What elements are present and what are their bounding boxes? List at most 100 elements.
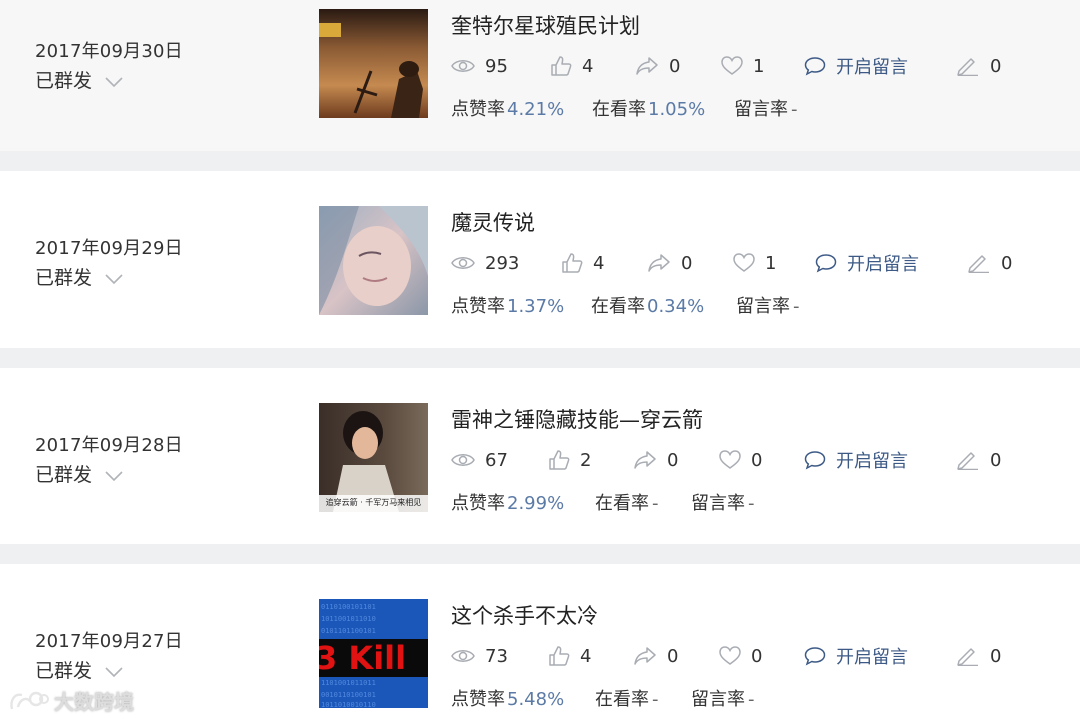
post-date: 2017年09月28日 <box>35 435 183 456</box>
status-label: 已群发 <box>35 660 93 682</box>
shares-stat: 0 <box>633 447 678 473</box>
thumbs-up-icon <box>549 646 570 666</box>
edits-count: 0 <box>990 449 1002 471</box>
shares-stat: 0 <box>647 250 692 276</box>
views-count: 293 <box>485 252 520 274</box>
edits-stat[interactable]: 0 <box>967 250 1012 276</box>
shares-count: 0 <box>667 645 679 667</box>
watch-rate-value: 0.34% <box>647 296 705 317</box>
like-rate: 点赞率 4.21% <box>451 95 564 121</box>
enable-comments-button[interactable]: 开启留言 <box>804 53 908 79</box>
edits-count: 0 <box>1001 252 1013 274</box>
separator <box>0 544 1080 564</box>
comment-rate-value: - <box>748 493 755 514</box>
watermark-text: 大数跨境 <box>54 690 134 714</box>
enable-comments-button[interactable]: 开启留言 <box>815 250 919 276</box>
likes-count: 4 <box>580 645 592 667</box>
views-stat: 293 <box>451 250 519 276</box>
svg-text:1011010010110: 1011010010110 <box>321 701 376 708</box>
views-count: 95 <box>485 55 508 77</box>
comment-icon <box>804 57 826 76</box>
pencil-icon <box>968 255 989 273</box>
share-icon <box>634 451 656 469</box>
post-thumbnail[interactable]: 0110100101101 1011001011010 010110110010… <box>319 599 428 708</box>
edits-count: 0 <box>990 55 1002 77</box>
post-card: 2017年09月27日 已群发 0110100101101 1011001011… <box>0 564 1080 721</box>
eye-icon <box>451 257 475 269</box>
post-date: 2017年09月29日 <box>35 238 183 259</box>
post-status-dropdown[interactable]: 已群发 <box>35 460 124 487</box>
post-thumbnail[interactable] <box>319 206 428 315</box>
edits-stat[interactable]: 0 <box>956 447 1001 473</box>
like-rate-value: 5.48% <box>507 689 565 710</box>
likes-stat: 4 <box>550 53 593 79</box>
like-rate-label: 点赞率 <box>451 296 505 317</box>
watch-rate-value: - <box>652 689 659 710</box>
comment-rate: 留言率 - <box>691 685 755 711</box>
likes-stat: 4 <box>548 643 591 669</box>
like-rate: 点赞率 2.99% <box>451 489 564 515</box>
enable-comments-label: 开启留言 <box>836 57 908 78</box>
thumbs-up-icon <box>562 253 583 273</box>
post-title[interactable]: 奎特尔星球殖民计划 <box>451 10 640 40</box>
shares-stat: 0 <box>633 643 678 669</box>
shares-count: 0 <box>681 252 693 274</box>
shares-count: 0 <box>669 55 681 77</box>
enable-comments-button[interactable]: 开启留言 <box>804 643 908 669</box>
post-thumbnail[interactable] <box>319 9 428 118</box>
favorites-stat: 1 <box>721 53 764 79</box>
status-label: 已群发 <box>35 464 93 486</box>
post-date: 2017年09月27日 <box>35 631 183 652</box>
heart-icon <box>721 56 743 75</box>
like-rate-label: 点赞率 <box>451 99 505 120</box>
enable-comments-label: 开启留言 <box>836 451 908 472</box>
post-title[interactable]: 这个杀手不太冷 <box>451 600 598 630</box>
comment-rate-value: - <box>793 296 800 317</box>
watch-rate-label: 在看率 <box>592 99 646 120</box>
post-status-dropdown[interactable]: 已群发 <box>35 656 124 683</box>
watch-rate-value: - <box>652 493 659 514</box>
post-status-dropdown[interactable]: 已群发 <box>35 263 124 290</box>
comment-icon <box>804 647 826 666</box>
enable-comments-button[interactable]: 开启留言 <box>804 447 908 473</box>
thumbs-up-icon <box>549 450 570 470</box>
separator <box>0 348 1080 368</box>
like-rate-label: 点赞率 <box>451 493 505 514</box>
comment-rate: 留言率 - <box>691 489 755 515</box>
watch-rate: 在看率 1.05% <box>592 95 705 121</box>
shares-stat: 0 <box>635 53 680 79</box>
chevron-down-icon <box>105 76 123 87</box>
svg-text:0101101100101: 0101101100101 <box>321 627 376 635</box>
svg-text:1011001011010: 1011001011010 <box>321 615 376 623</box>
post-title[interactable]: 雷神之锤隐藏技能—穿云箭 <box>451 404 703 434</box>
likes-stat: 4 <box>561 250 604 276</box>
svg-text:0010110100101: 0010110100101 <box>321 691 376 699</box>
share-icon <box>634 647 656 665</box>
heart-icon <box>733 253 755 272</box>
comment-rate-label: 留言率 <box>691 493 745 514</box>
pencil-icon <box>957 648 978 666</box>
chevron-down-icon <box>105 273 123 284</box>
watch-rate-label: 在看率 <box>595 493 649 514</box>
post-thumbnail[interactable]: 追穿云箭 · 千军万马来相见 <box>319 403 428 512</box>
favorites-stat: 0 <box>719 643 762 669</box>
eye-icon <box>451 650 475 662</box>
post-title[interactable]: 魔灵传说 <box>451 207 535 237</box>
post-card: 2017年09月30日 已群发 奎特尔星球殖民计划 95 4 0 1 开启留言 … <box>0 0 1080 151</box>
chevron-down-icon <box>105 470 123 481</box>
favorites-stat: 0 <box>719 447 762 473</box>
separator <box>0 151 1080 171</box>
watermark-logo-icon <box>10 691 49 709</box>
edits-stat[interactable]: 0 <box>956 643 1001 669</box>
thumbnail-caption: 追穿云箭 · 千军万马来相见 <box>325 498 422 507</box>
watch-rate-label: 在看率 <box>591 296 645 317</box>
likes-count: 2 <box>580 449 592 471</box>
thumbnail-image <box>319 403 428 512</box>
edits-stat[interactable]: 0 <box>956 53 1001 79</box>
stats-row: 73 4 0 0 开启留言 0 <box>451 643 1051 669</box>
views-count: 73 <box>485 645 508 667</box>
post-status-dropdown[interactable]: 已群发 <box>35 66 124 93</box>
watch-rate: 在看率 - <box>595 685 659 711</box>
status-label: 已群发 <box>35 267 93 289</box>
favorites-count: 0 <box>751 645 763 667</box>
